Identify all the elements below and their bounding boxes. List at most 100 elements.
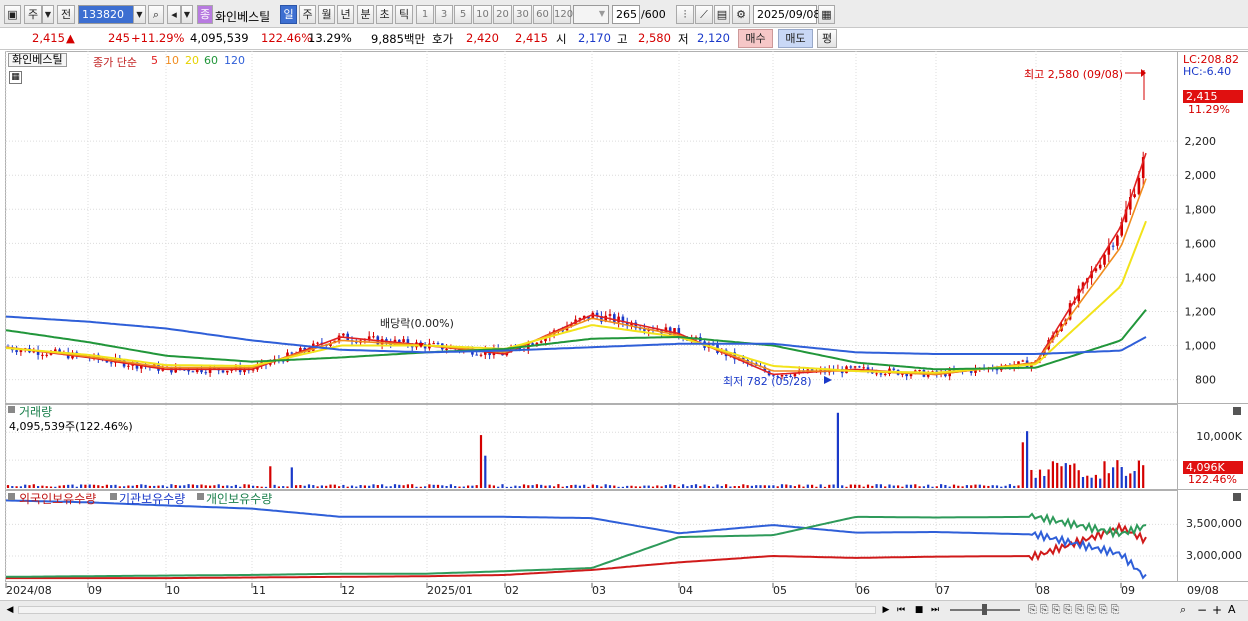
volume-bar	[80, 484, 83, 488]
volume-bar	[144, 484, 147, 488]
volume-bar	[909, 484, 913, 488]
x-label-09: 09	[88, 584, 102, 597]
volume-bar	[578, 485, 581, 488]
x-label-05: 05	[773, 584, 787, 597]
volume-bar	[479, 435, 483, 488]
zoom-slider-handle[interactable]	[982, 604, 987, 615]
volume-bar	[213, 485, 216, 488]
volume-bar	[974, 484, 977, 488]
volume-bar	[84, 484, 87, 488]
holding-line-1	[5, 499, 1147, 580]
volume-bar	[617, 486, 620, 488]
volume-bar	[471, 485, 474, 488]
price-candle	[1116, 235, 1119, 246]
rewind-icon[interactable]: ⏮	[894, 603, 908, 617]
individual-holding-marker	[197, 493, 204, 500]
scroll-right-icon[interactable]: ▶	[880, 603, 892, 617]
last-pct-label: 11.29%	[1188, 103, 1230, 116]
volume-bar	[927, 484, 930, 488]
x-label-10: 10	[166, 584, 180, 597]
volume-bar	[316, 486, 319, 488]
volume-bar	[454, 486, 457, 488]
volume-bar	[19, 486, 22, 488]
volume-bar	[553, 486, 556, 488]
volume-bar	[656, 485, 659, 488]
price-candle	[918, 370, 921, 372]
fast-forward-icon[interactable]: ⏭	[928, 603, 942, 617]
volume-bar	[221, 485, 225, 488]
volume-bar	[497, 486, 500, 488]
volume-bar	[1008, 484, 1011, 488]
volume-bar	[432, 484, 435, 488]
volume-bar	[204, 485, 207, 488]
volume-bar	[1116, 460, 1119, 488]
price-candle	[613, 314, 616, 323]
zoom-in-icon[interactable]: +	[1212, 603, 1224, 617]
x-label-08: 08	[1036, 584, 1050, 597]
zoom-out-icon[interactable]: −	[1197, 603, 1209, 617]
volume-bar	[742, 484, 745, 488]
volume-bar	[1099, 478, 1102, 488]
volume-bar	[583, 484, 586, 488]
x-label-06: 06	[856, 584, 870, 597]
scroll-left-icon[interactable]: ◀	[4, 603, 16, 617]
volume-bar	[780, 484, 784, 488]
volume-bar	[1004, 485, 1007, 488]
volume-bar	[970, 485, 973, 488]
volume-bar	[1120, 467, 1123, 488]
volume-bar	[892, 485, 895, 488]
font-size-icon[interactable]: A	[1228, 603, 1242, 617]
volume-bar	[123, 486, 126, 488]
volume-bar	[1073, 463, 1076, 488]
volume-bar	[359, 484, 362, 488]
price-tick-label: 1,200	[1185, 305, 1217, 318]
volume-bar	[1030, 469, 1033, 488]
magnifier-icon[interactable]: ⌕	[1180, 603, 1194, 617]
volume-bar	[776, 486, 779, 488]
stop-icon[interactable]: ■	[912, 603, 926, 617]
volume-bar	[226, 485, 229, 488]
holding-pane-close-icon[interactable]	[1233, 493, 1241, 501]
volume-bar	[178, 485, 182, 488]
chart-canvas[interactable]: 800 1,000 1,200 1,400 1,600 1,800 2,000 2,200	[0, 0, 1248, 621]
volume-bar	[944, 484, 947, 488]
volume-pane-close-icon[interactable]	[1233, 407, 1241, 415]
volume-bar	[965, 485, 968, 488]
scrollbar-track[interactable]	[18, 606, 876, 614]
institution-holding-legend: 기관보유수량	[119, 492, 186, 506]
volume-bar	[725, 484, 728, 488]
price-candle	[398, 339, 401, 343]
price-candle	[109, 362, 113, 364]
price-legend-name[interactable]: 화인베스틸	[8, 53, 67, 67]
volume-bar	[1142, 465, 1145, 488]
volume-bar	[264, 486, 268, 488]
volume-bar	[884, 486, 887, 488]
volume-bar	[841, 485, 844, 488]
volume-bar	[1056, 462, 1059, 488]
volume-bar	[247, 484, 250, 488]
volume-bar	[252, 485, 255, 488]
volume-bar	[88, 484, 91, 488]
volume-bar	[157, 485, 160, 488]
volume-bar	[230, 486, 233, 488]
volume-bar	[174, 484, 177, 488]
volume-bar	[200, 484, 203, 488]
volume-bar	[428, 484, 431, 488]
grid-toggle-icon[interactable]: ▦	[9, 71, 22, 84]
volume-bar	[209, 485, 212, 488]
volume-bar	[1069, 464, 1072, 488]
volume-bar	[1064, 463, 1067, 488]
volume-bar	[669, 484, 672, 488]
view-tools-icons[interactable]: ⎘⎘⎘⎘⎘⎘⎘⎘	[1028, 603, 1178, 617]
volume-bar	[269, 466, 272, 488]
volume-bar	[793, 486, 796, 488]
volume-bar	[802, 486, 805, 488]
volume-bar	[866, 484, 870, 488]
volume-bar	[694, 484, 698, 488]
volume-bar	[329, 484, 332, 488]
x-label-04: 04	[679, 584, 693, 597]
volume-bar	[940, 484, 943, 488]
volume-bar	[273, 484, 276, 488]
volume-bar	[488, 484, 491, 488]
price-candle	[41, 354, 44, 356]
